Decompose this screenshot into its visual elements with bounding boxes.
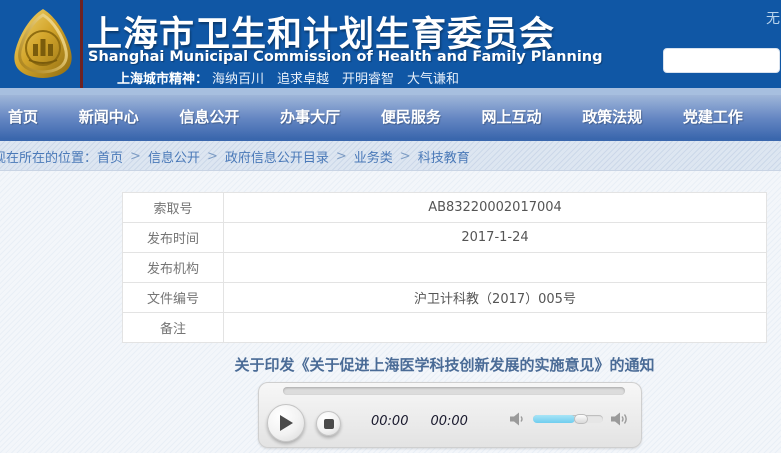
nav-item-news[interactable]: 新闻中心 [79,106,139,127]
play-icon [279,415,293,431]
slogan-label: 上海城市精神： [117,72,208,87]
breadcrumb-separator: > [336,149,347,164]
nav-item-online-interaction[interactable]: 网上互动 [482,106,542,127]
article-title: 关于印发《关于促进上海医学科技创新发展的实施意见》的通知 [122,354,767,375]
volume-low-icon[interactable] [510,412,525,426]
play-button[interactable] [267,404,305,442]
header-bottom-band [0,88,781,95]
breadcrumb-home[interactable]: 首页 [97,147,123,166]
volume-handle[interactable] [574,414,588,424]
total-time: 00:00 [430,414,467,429]
document-info-table: 索取号 AB83220002017004 发布时间 2017-1-24 发布机构… [122,192,767,343]
breadcrumb-bar: 现在所在的位置： 首页 > 信息公开 > 政府信息公开目录 > 业务类 > 科技… [0,138,781,171]
table-row: 发布机构 [123,253,767,283]
stop-button[interactable] [316,411,341,436]
nav-item-public-service[interactable]: 便民服务 [381,106,441,127]
table-row: 文件编号 沪卫计科教（2017）005号 [123,283,767,313]
breadcrumb-prefix: 现在所在的位置： [0,147,97,166]
breadcrumb-info-disclosure[interactable]: 信息公开 [148,147,200,166]
row-label: 备注 [123,313,224,343]
site-header: 上海市卫生和计划生育委员会 Shanghai Municipal Commiss… [0,0,781,88]
document-number-value: 沪卫计科教（2017）005号 [224,283,767,313]
current-time: 00:00 [371,414,408,429]
time-display: 00:00 00:00 [371,414,468,429]
nav-item-home[interactable]: 首页 [8,106,38,127]
publish-date-value: 2017-1-24 [224,223,767,253]
nav-item-policies[interactable]: 政策法规 [582,106,642,127]
accessibility-link[interactable]: 无 [766,8,780,28]
breadcrumb-business-category[interactable]: 业务类 [354,147,393,166]
stop-icon [324,419,334,429]
row-label: 文件编号 [123,283,224,313]
city-spirit-slogan: 上海城市精神： 海纳百川 追求卓越 开明睿智 大气谦和 [117,68,459,87]
gold-emblem-icon [9,6,77,82]
volume-controls [510,412,629,426]
row-label: 发布时间 [123,223,224,253]
nav-item-party-building[interactable]: 党建工作 [683,106,743,127]
header-divider [80,0,83,88]
breadcrumb-separator: > [400,149,411,164]
table-row: 备注 [123,313,767,343]
volume-slider[interactable] [533,415,603,423]
remarks-value [224,313,767,343]
volume-high-icon[interactable] [611,412,629,426]
row-label: 索取号 [123,193,224,223]
nav-item-info-disclosure[interactable]: 信息公开 [179,106,239,127]
publish-org-value [224,253,767,283]
page: { "header": { "org_name_cn": "上海市卫生和计划生育… [0,0,781,453]
breadcrumb-science-education[interactable]: 科技教育 [418,147,470,166]
header-search-input[interactable] [663,48,780,73]
breadcrumb-gov-info-catalog[interactable]: 政府信息公开目录 [225,147,329,166]
table-row: 索取号 AB83220002017004 [123,193,767,223]
table-row: 发布时间 2017-1-24 [123,223,767,253]
nav-item-service-hall[interactable]: 办事大厅 [280,106,340,127]
org-name-en: Shanghai Municipal Commission of Health … [88,49,568,65]
main-nav: 首页 新闻中心 信息公开 办事大厅 便民服务 网上互动 政策法规 党建工作 [0,95,781,138]
audio-player: 00:00 00:00 [258,382,642,448]
seek-bar[interactable] [283,387,625,395]
row-label: 发布机构 [123,253,224,283]
index-number-value: AB83220002017004 [224,193,767,223]
breadcrumb-separator: > [130,149,141,164]
volume-fill [533,415,575,423]
slogan-text: 海纳百川 追求卓越 开明睿智 大气谦和 [212,72,459,87]
breadcrumb-separator: > [207,149,218,164]
breadcrumb: 现在所在的位置： 首页 > 信息公开 > 政府信息公开目录 > 业务类 > 科技… [0,141,781,171]
